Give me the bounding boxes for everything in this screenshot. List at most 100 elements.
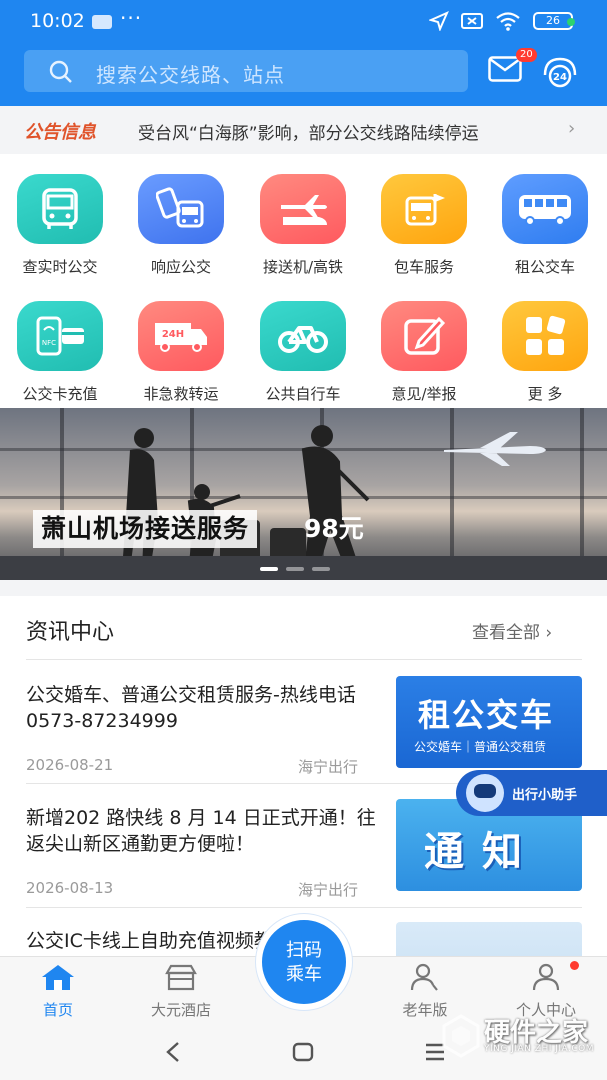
news-date: 2026-08-13 (26, 879, 114, 897)
grid-item-bike[interactable]: 公共自行车 (248, 301, 358, 404)
banner-window-frame (60, 408, 64, 580)
bicycle-icon (260, 301, 346, 371)
notification-dot (570, 961, 579, 970)
coach-icon (502, 174, 588, 244)
grid-item-card-recharge[interactable]: NFC 公交卡充值 (5, 301, 115, 404)
svg-text:NFC: NFC (42, 339, 56, 347)
banner-pagination (260, 567, 330, 571)
grid-label: 公共自行车 (265, 385, 341, 403)
search-icon (49, 60, 72, 83)
news-title: 公交婚车、普通公交租赁服务-热线电话0573-87234999 (26, 684, 356, 732)
search-input[interactable]: 搜索公交线路、站点 (24, 50, 468, 92)
tab-label: 首页 (42, 1001, 73, 1019)
grid-label: 更 多 (527, 385, 563, 403)
grid-label: 响应公交 (150, 258, 211, 276)
phone-bus-icon (138, 174, 224, 244)
grid-item-non-emergency[interactable]: 24H 非急救转运 (126, 301, 236, 404)
divider (26, 659, 582, 660)
wifi-icon (496, 12, 520, 31)
search-placeholder: 搜索公交线路、站点 (96, 63, 285, 87)
tab-hotel[interactable]: 大元酒店 (126, 963, 236, 1020)
grid-item-feedback[interactable]: 意见/举报 (369, 301, 479, 404)
chevron-right-icon: › (568, 118, 576, 139)
hexagon-logo-icon (442, 1014, 480, 1058)
grid-label: 查实时公交 (22, 258, 98, 276)
svg-text:24H: 24H (162, 329, 184, 340)
thumbnail-title: 租公交车 (418, 696, 555, 734)
grid-label: 意见/举报 (391, 385, 457, 403)
grid-item-responsive-bus[interactable]: 响应公交 (126, 174, 236, 277)
travel-assistant-button[interactable]: 出行小助手 (456, 770, 607, 816)
banner-price: 98元 (304, 514, 364, 543)
grid-item-realtime-bus[interactable]: 查实时公交 (5, 174, 115, 277)
news-thumbnail: 租公交车 公交婚车｜普通公交租赁 (396, 676, 582, 768)
service-grid: 查实时公交 响应公交 接送机/高铁 包车服务 租公交车 NFC 公交卡充值 24… (0, 154, 607, 408)
divider (26, 907, 582, 908)
announcement-text: 受台风“白海豚”影响，部分公交线路陆续停运 (138, 124, 479, 144)
status-bar: 10:02 ··· 26 (0, 0, 607, 44)
grid-item-rent-bus[interactable]: 租公交车 (490, 174, 600, 277)
banner-dot (312, 567, 330, 571)
grid-item-airport-train[interactable]: 接送机/高铁 (248, 174, 358, 277)
grid-item-charter[interactable]: 包车服务 (369, 174, 479, 277)
bus-icon (17, 174, 103, 244)
message-badge: 20 (516, 48, 537, 62)
promo-banner[interactable]: 萧山机场接送服务 98元 (0, 408, 607, 580)
status-icons: 26 (429, 11, 573, 31)
home-nav-icon[interactable] (292, 1042, 314, 1062)
nfc-card-icon: NFC (17, 301, 103, 371)
thumbnail-subtitle: 公交婚车｜普通公交租赁 (414, 740, 547, 754)
charter-icon (381, 174, 467, 244)
mail-icon (488, 56, 522, 82)
news-source: 海宁出行 (298, 758, 359, 776)
grid-label: 非急救转运 (143, 385, 219, 403)
news-date: 2026-08-21 (26, 756, 114, 774)
banner-window-frame (580, 408, 584, 580)
grid-label: 接送机/高铁 (262, 258, 344, 276)
home-icon (42, 965, 74, 990)
news-source: 海宁出行 (298, 881, 359, 899)
sim-icon (461, 13, 483, 29)
plane-train-icon (260, 174, 346, 244)
hotel-icon (165, 964, 197, 991)
status-time: 10:02 (30, 10, 85, 32)
watermark-logo: 硬件之家 YING JIAN ZHI JIA.COM (440, 1008, 600, 1068)
edit-icon (381, 301, 467, 371)
view-all-link[interactable]: 查看全部 › (472, 618, 552, 643)
user-icon (532, 963, 560, 991)
scan-to-ride-button[interactable]: 扫码 乘车 (256, 914, 352, 1010)
assistant-label: 出行小助手 (512, 788, 578, 803)
more-apps-icon (502, 301, 588, 371)
app-header: 10:02 ··· 26 搜索公交线路、站点 20 24 (0, 0, 607, 106)
elder-icon (410, 963, 438, 991)
more-notifications-icon: ··· (120, 6, 143, 30)
banner-dot (286, 567, 304, 571)
scan-label-line1: 扫码 (286, 940, 322, 961)
thumbnail-title: 通知 (424, 829, 540, 875)
privacy-dot (567, 18, 575, 26)
robot-icon (466, 774, 504, 812)
ambulance-icon: 24H (138, 301, 224, 371)
cloud-icon (92, 15, 112, 29)
banner-title: 萧山机场接送服务 (41, 514, 250, 543)
message-button[interactable]: 20 (488, 48, 537, 82)
grid-label: 公交卡充值 (22, 385, 98, 403)
location-icon (429, 11, 449, 31)
tab-label: 大元酒店 (150, 1001, 211, 1019)
headset-24h-icon: 24 (543, 57, 577, 88)
announcement-tag: 公告信息 (24, 122, 96, 143)
grid-item-more[interactable]: 更 多 (490, 301, 600, 404)
back-icon[interactable] (164, 1041, 182, 1063)
news-heading: 资讯中心 (26, 620, 115, 645)
airplane-illustration (444, 432, 546, 466)
grid-label: 租公交车 (514, 258, 575, 276)
tab-home[interactable]: 首页 (3, 963, 113, 1020)
news-title: 新增202 路快线 8 月 14 日正式开通！往返尖山新区通勤更方便啦！ (26, 807, 376, 855)
svg-text:24: 24 (553, 72, 567, 83)
announcement-bar[interactable]: 公告信息 受台风“白海豚”影响，部分公交线路陆续停运 › (0, 106, 607, 154)
banner-dot-active (260, 567, 278, 571)
watermark-subtext: YING JIAN ZHI JIA.COM (484, 1044, 595, 1054)
grid-label: 包车服务 (393, 258, 454, 276)
customer-service-button[interactable]: 24 (540, 55, 580, 89)
scan-label-line2: 乘车 (286, 964, 322, 985)
